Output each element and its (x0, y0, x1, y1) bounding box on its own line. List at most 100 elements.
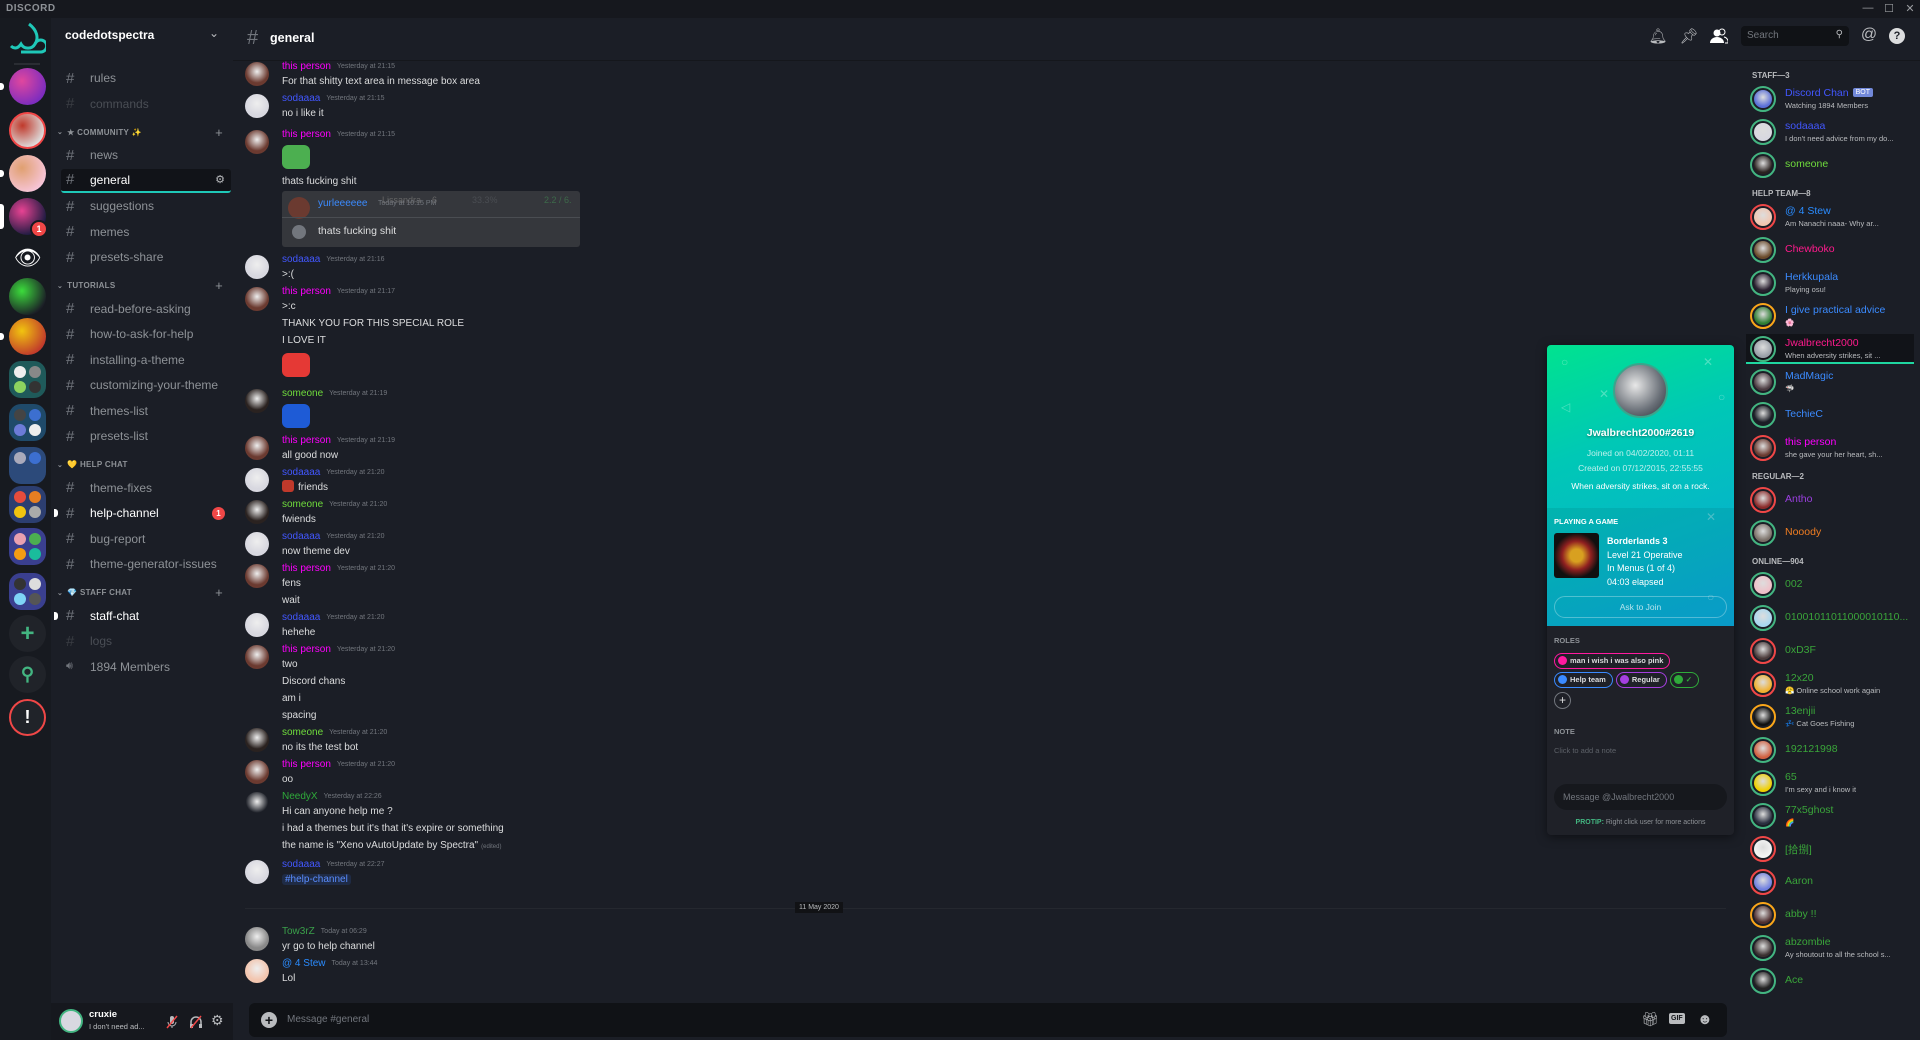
image-embed[interactable]: Lissandra 6 33.3% 2.2 / 6. yurleeeeee Today a… (282, 191, 580, 247)
server-folder[interactable] (9, 573, 46, 610)
channel-presets-list[interactable]: # presets-list (61, 424, 231, 448)
server-icon[interactable] (9, 278, 46, 315)
channel-1894-members[interactable]: 🔊︎ 1894 Members (61, 655, 231, 679)
headphones-muted-icon[interactable] (189, 1015, 203, 1029)
member-item[interactable]: I give practical advice 🌸 (1746, 301, 1914, 331)
channel-customizing-your-theme[interactable]: # customizing-your-theme (61, 373, 231, 397)
maximize-button[interactable]: ☐ (1881, 2, 1897, 16)
channel-memes[interactable]: # memes (61, 220, 231, 244)
role-pill[interactable]: man i wish i was also pink (1554, 652, 1671, 669)
member-item[interactable]: Chewboko (1746, 235, 1914, 265)
channel-read-before-asking[interactable]: # read-before-asking (61, 297, 231, 321)
server-icon[interactable] (9, 155, 46, 192)
member-item[interactable]: Jwalbrecht2000 When adversity strikes, si… (1746, 334, 1914, 364)
gear-icon[interactable]: ⚙ (215, 173, 225, 186)
author-name[interactable]: sodaaaa (282, 859, 320, 870)
member-item[interactable]: MadMagic 🦈 (1746, 367, 1914, 397)
channel-general[interactable]: # general ⚙ (61, 168, 231, 193)
author-name[interactable]: someone (282, 388, 323, 399)
avatar[interactable] (245, 500, 269, 524)
channel-how-to-ask-for-help[interactable]: # how-to-ask-for-help (61, 322, 231, 346)
member-item[interactable]: 12x20 😤 Online school work again (1746, 669, 1914, 699)
channel-category[interactable]: ⌄ TUTORIALS + (57, 278, 233, 293)
server-folder[interactable] (9, 486, 46, 523)
avatar[interactable] (245, 792, 269, 816)
avatar[interactable] (245, 389, 269, 413)
author-name[interactable]: someone (282, 499, 323, 510)
author-name[interactable]: sodaaaa (282, 467, 320, 478)
guild-name[interactable]: codedotspectra (65, 28, 154, 42)
minimize-button[interactable]: — (1860, 2, 1876, 16)
message-composer[interactable]: + Message #general 🎁︎ GIF ☻ (249, 1003, 1727, 1037)
mentions-icon[interactable]: @ (1859, 26, 1879, 46)
role-pill[interactable]: Help team (1554, 671, 1613, 688)
role-pill[interactable]: Regular (1615, 671, 1667, 688)
create-channel-icon[interactable]: + (215, 278, 223, 293)
author-name[interactable]: NeedyX (282, 791, 318, 802)
member-item[interactable]: Discord Chan BOT Watching 1894 Members (1746, 84, 1914, 114)
ask-to-join-button[interactable]: Ask to Join (1554, 596, 1727, 618)
gif-icon[interactable]: GIF (1669, 1013, 1685, 1024)
member-item[interactable]: this person she gave your her heart, sh..… (1746, 433, 1914, 463)
channel-logs[interactable]: # logs (61, 629, 231, 653)
chevron-down-icon[interactable]: ⌄ (209, 26, 219, 40)
author-name[interactable]: sodaaaa (282, 254, 320, 265)
channel-rules[interactable]: # rules (61, 66, 231, 90)
channel-theme-fixes[interactable]: # theme-fixes (61, 476, 231, 500)
server-folder[interactable] (9, 528, 46, 565)
avatar[interactable] (59, 1009, 83, 1033)
server-home-logo[interactable] (9, 20, 49, 57)
add-role-button[interactable]: + (1554, 692, 1571, 709)
avatar[interactable] (245, 436, 269, 460)
avatar[interactable] (245, 94, 269, 118)
help-icon[interactable]: ? (1889, 28, 1905, 44)
emoji-icon[interactable]: ☻ (1697, 1011, 1713, 1028)
author-name[interactable]: this person (282, 286, 331, 297)
avatar[interactable] (245, 860, 269, 884)
channel-suggestions[interactable]: # suggestions (61, 194, 231, 218)
member-item[interactable]: 01001011011000010110... (1746, 603, 1914, 633)
channel-staff-chat[interactable]: # staff-chat (54, 604, 231, 628)
server-folder[interactable] (9, 361, 46, 398)
avatar[interactable] (245, 959, 269, 983)
author-name[interactable]: @ 4 Stew (282, 958, 326, 969)
channel-category[interactable]: ⌄ 💛 HELP CHAT (57, 458, 233, 472)
close-button[interactable]: ✕ (1902, 2, 1918, 16)
server-icon[interactable] (9, 68, 46, 105)
search-server-button[interactable]: ⚲ (9, 656, 46, 693)
channel-themes-list[interactable]: # themes-list (61, 399, 231, 423)
avatar[interactable] (245, 255, 269, 279)
avatar[interactable] (245, 130, 269, 154)
member-item[interactable]: 77x5ghost 🌈 (1746, 801, 1914, 831)
pin-icon[interactable]: 📌︎ (1679, 27, 1699, 47)
note-input[interactable]: Click to add a note (1554, 746, 1616, 755)
channel-category[interactable]: ⌄ ★ COMMUNITY ✨ + (57, 125, 233, 140)
microphone-muted-icon[interactable] (165, 1015, 179, 1029)
author-name[interactable]: this person (282, 644, 331, 655)
avatar[interactable] (245, 613, 269, 637)
server-icon[interactable]: 👁︎ (9, 239, 46, 276)
channel-category[interactable]: ⌄ 💎 STAFF CHAT + (57, 585, 233, 600)
bell-icon[interactable]: 🔔︎ (1648, 27, 1668, 47)
member-item[interactable]: 192121998 (1746, 735, 1914, 765)
author-name[interactable]: sodaaaa (282, 612, 320, 623)
channel-bug-report[interactable]: # bug-report (61, 527, 231, 551)
create-channel-icon[interactable]: + (215, 125, 223, 140)
upload-plus-icon[interactable]: + (261, 1012, 277, 1028)
member-item[interactable]: 002 (1746, 570, 1914, 600)
member-item[interactable]: Ace (1746, 966, 1914, 996)
author-name[interactable]: sodaaaa (282, 531, 320, 542)
alert-server-button[interactable]: ! (9, 699, 46, 736)
search-input[interactable]: Search ⚲ (1741, 26, 1849, 46)
members-icon[interactable] (1710, 28, 1728, 44)
avatar[interactable] (245, 468, 269, 492)
channel-mention[interactable]: #help-channel (282, 874, 351, 885)
member-item[interactable]: Antho (1746, 485, 1914, 515)
member-item[interactable]: 65 I'm sexy and i know it (1746, 768, 1914, 798)
gift-icon[interactable]: 🎁︎ (1641, 1011, 1659, 1028)
avatar[interactable] (245, 728, 269, 752)
author-name[interactable]: Tow3rZ (282, 926, 315, 937)
member-item[interactable]: 13enjii 💤 Cat Goes Fishing (1746, 702, 1914, 732)
avatar[interactable] (245, 927, 269, 951)
member-item[interactable]: sodaaaa I don't need advice from my do... (1746, 117, 1914, 147)
